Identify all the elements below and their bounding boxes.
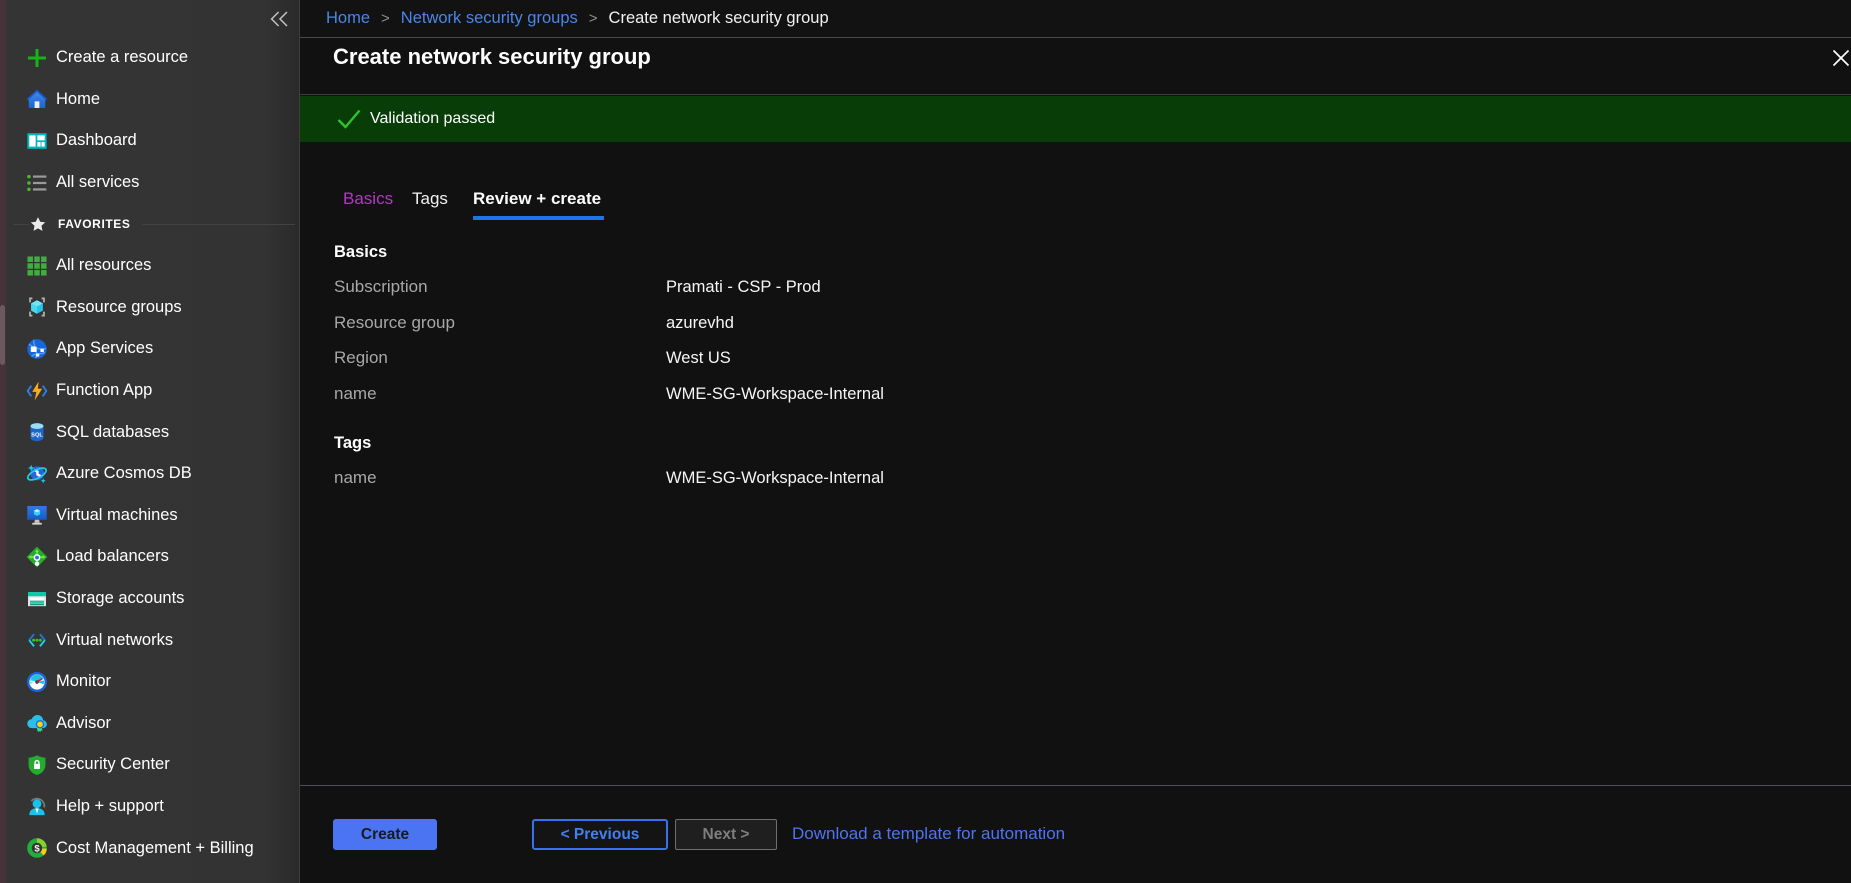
svg-text:SQL: SQL xyxy=(31,433,43,439)
svg-text:$: $ xyxy=(34,843,40,854)
